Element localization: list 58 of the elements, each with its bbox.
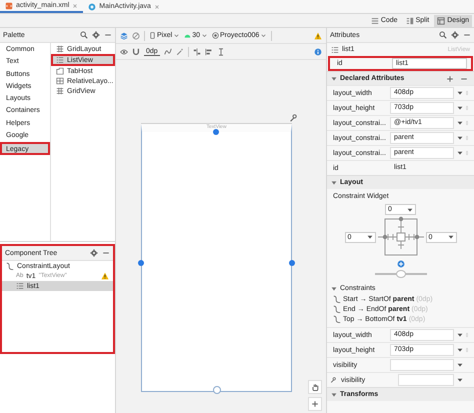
- caret-icon: [260, 32, 268, 39]
- api-level-icon: [184, 32, 192, 39]
- pan-button[interactable]: [308, 380, 322, 394]
- caret-icon: [330, 74, 338, 82]
- wrench-icon[interactable]: [289, 114, 297, 122]
- attribute-field[interactable]: [398, 374, 454, 386]
- layers-icon[interactable]: [120, 32, 128, 40]
- settings-icon[interactable]: [90, 249, 98, 257]
- align-icon[interactable]: [204, 48, 213, 56]
- list-icon: [16, 282, 24, 290]
- blueprint-icon[interactable]: [132, 32, 140, 40]
- constraint-handle[interactable]: [213, 129, 219, 135]
- curve-icon[interactable]: [164, 48, 172, 56]
- constraint-icon: [6, 262, 14, 270]
- layout-icon: [56, 77, 64, 85]
- split-view-icon: [406, 16, 414, 24]
- search-icon[interactable]: [80, 31, 88, 39]
- grid-icon: [56, 45, 64, 53]
- list-icon: [56, 56, 64, 64]
- settings-icon[interactable]: [92, 31, 100, 39]
- close-icon[interactable]: [72, 2, 78, 8]
- class-icon: [88, 2, 96, 10]
- constraint-handle[interactable]: [213, 386, 221, 394]
- phone-icon: [149, 32, 156, 39]
- add-constraint-icon[interactable]: [396, 260, 404, 268]
- grid-icon: [56, 87, 64, 95]
- settings-icon[interactable]: [451, 31, 459, 39]
- close-icon[interactable]: [154, 4, 160, 10]
- caret-icon: [446, 233, 454, 241]
- slider-thumb[interactable]: [396, 270, 406, 278]
- warning-icon[interactable]: [101, 272, 109, 280]
- hand-icon: [311, 383, 319, 391]
- caret-icon: [330, 390, 338, 398]
- tab-icon: [56, 67, 64, 75]
- add-icon[interactable]: [446, 74, 454, 82]
- info-icon[interactable]: [314, 48, 322, 56]
- wand-icon[interactable]: [176, 48, 184, 56]
- magnet-icon[interactable]: [132, 48, 140, 56]
- lines-icon: [370, 16, 379, 24]
- warning-icon[interactable]: [314, 32, 322, 40]
- baseline-icon[interactable]: [216, 48, 225, 56]
- caret-icon: [173, 32, 180, 39]
- caret-icon: [330, 284, 338, 292]
- zoom-in-button[interactable]: [308, 397, 322, 411]
- search-icon[interactable]: [439, 31, 447, 39]
- list-icon: [331, 46, 339, 54]
- caret-icon: [200, 32, 208, 39]
- caret-icon: [330, 178, 338, 186]
- attribute-field[interactable]: [390, 359, 454, 371]
- align-icon[interactable]: [192, 48, 201, 56]
- plus-icon: [311, 400, 319, 408]
- layout-icon: [437, 16, 446, 24]
- constraint-handle[interactable]: [289, 260, 295, 266]
- caret-icon: [366, 233, 374, 241]
- wrench-icon: [330, 377, 336, 383]
- eye-icon[interactable]: [120, 48, 128, 56]
- theme-icon: [212, 32, 219, 39]
- constraint-handle[interactable]: [138, 260, 144, 266]
